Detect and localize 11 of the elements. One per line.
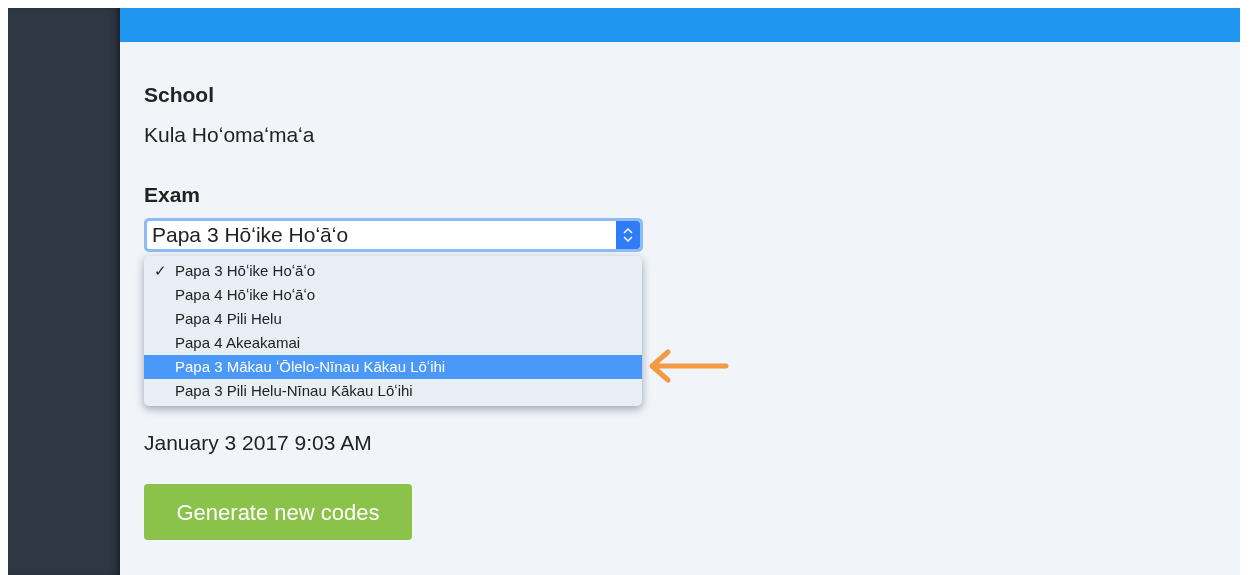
exam-select[interactable]: Papa 3 Hōʻike Hoʻāʻo bbox=[144, 218, 643, 252]
dropdown-option[interactable]: Papa 4 Pili Helu bbox=[144, 307, 642, 331]
field-value: Kula Hoʻomaʻmaʻa bbox=[144, 122, 315, 148]
field-label: Exam bbox=[144, 182, 201, 208]
dropdown-option[interactable]: Papa 4 Hōʻike Hoʻāʻo bbox=[144, 283, 642, 307]
field-label: School bbox=[144, 82, 214, 108]
select-arrows-icon bbox=[616, 221, 640, 249]
date-text: January 3 2017 9:03 AM bbox=[144, 430, 372, 456]
dropdown-option[interactable]: ✓ Papa 3 Hōʻike Hoʻāʻo bbox=[144, 259, 642, 283]
dropdown-option[interactable]: Papa 4 Akeakamai bbox=[144, 331, 642, 355]
dropdown-option[interactable]: Papa 3 Pili Helu-Nīnau Kākau Lōʻihi bbox=[144, 379, 642, 403]
